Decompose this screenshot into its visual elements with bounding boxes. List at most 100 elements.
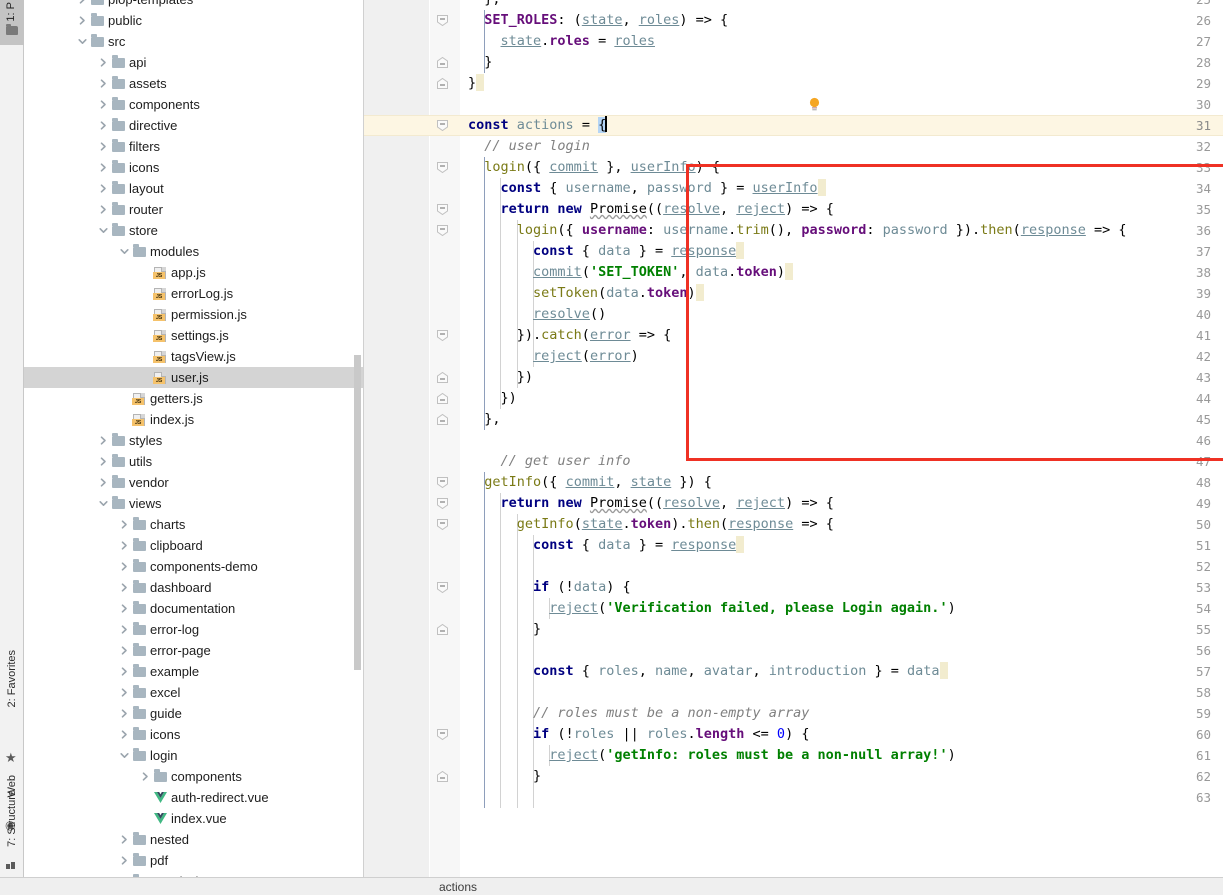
- tree-folder-row[interactable]: guide: [24, 703, 363, 724]
- code-line[interactable]: const { data } = response: [468, 241, 745, 262]
- tree-folder-row[interactable]: layout: [24, 178, 363, 199]
- chevron-right-icon[interactable]: [118, 850, 131, 871]
- fold-region-expanded-icon[interactable]: [436, 119, 449, 132]
- chevron-right-icon[interactable]: [118, 619, 131, 640]
- fold-region-expanded-icon[interactable]: [436, 14, 449, 27]
- code-line[interactable]: if (!roles || roles.length <= 0) {: [468, 724, 809, 745]
- fold-region-end-icon[interactable]: [436, 77, 449, 90]
- code-line[interactable]: }): [468, 388, 517, 409]
- code-line[interactable]: setToken(data.token): [468, 283, 704, 304]
- tree-folder-row[interactable]: pdf: [24, 850, 363, 871]
- fold-region-end-icon[interactable]: [436, 56, 449, 69]
- chevron-right-icon[interactable]: [97, 157, 110, 178]
- fold-region-expanded-icon[interactable]: [436, 476, 449, 489]
- code-line[interactable]: state.roles = roles: [468, 31, 655, 52]
- code-line[interactable]: getInfo(state.token).then(response => {: [468, 514, 834, 535]
- chevron-right-icon[interactable]: [118, 661, 131, 682]
- chevron-down-icon[interactable]: [118, 241, 131, 262]
- chevron-right-icon[interactable]: [118, 556, 131, 577]
- fold-region-expanded-icon[interactable]: [436, 728, 449, 741]
- tree-file-row[interactable]: auth-redirect.vue: [24, 787, 363, 808]
- fold-region-expanded-icon[interactable]: [436, 329, 449, 342]
- code-line[interactable]: return new Promise((resolve, reject) => …: [468, 199, 834, 220]
- fold-region-expanded-icon[interactable]: [436, 518, 449, 531]
- chevron-down-icon[interactable]: [76, 31, 89, 52]
- chevron-right-icon[interactable]: [97, 430, 110, 451]
- chevron-right-icon[interactable]: [97, 136, 110, 157]
- tree-folder-row[interactable]: vendor: [24, 472, 363, 493]
- chevron-down-icon[interactable]: [97, 493, 110, 514]
- code-line[interactable]: }: [468, 766, 541, 787]
- code-line[interactable]: if (!data) {: [468, 577, 631, 598]
- tree-file-row[interactable]: JS errorLog.js: [24, 283, 363, 304]
- code-line[interactable]: // user login: [468, 136, 590, 157]
- chevron-right-icon[interactable]: [118, 577, 131, 598]
- chevron-right-icon[interactable]: [97, 94, 110, 115]
- chevron-down-icon[interactable]: [97, 220, 110, 241]
- chevron-right-icon[interactable]: [97, 199, 110, 220]
- tree-folder-row[interactable]: charts: [24, 514, 363, 535]
- tree-folder-row[interactable]: error-log: [24, 619, 363, 640]
- code-line[interactable]: const { roles, name, avatar, introductio…: [468, 661, 948, 682]
- tree-folder-row[interactable]: styles: [24, 430, 363, 451]
- tree-folder-row[interactable]: utils: [24, 451, 363, 472]
- code-editor[interactable]: 25 }, 26 SET_ROLES: (state, roles) => {27…: [364, 0, 1223, 877]
- code-line[interactable]: },: [468, 0, 500, 10]
- chevron-right-icon[interactable]: [118, 682, 131, 703]
- tree-folder-row[interactable]: filters: [24, 136, 363, 157]
- tree-file-row[interactable]: JS settings.js: [24, 325, 363, 346]
- code-line[interactable]: }): [468, 367, 533, 388]
- code-line[interactable]: }: [468, 73, 485, 94]
- code-line[interactable]: login({ commit }, userInfo) {: [468, 157, 720, 178]
- chevron-down-icon[interactable]: [118, 745, 131, 766]
- tree-folder-row[interactable]: router: [24, 199, 363, 220]
- fold-region-end-icon[interactable]: [436, 371, 449, 384]
- tree-folder-row[interactable]: clipboard: [24, 535, 363, 556]
- chevron-right-icon[interactable]: [118, 703, 131, 724]
- code-line[interactable]: },: [468, 409, 500, 430]
- code-line[interactable]: commit('SET_TOKEN', data.token): [468, 262, 794, 283]
- fold-region-end-icon[interactable]: [436, 770, 449, 783]
- chevron-right-icon[interactable]: [97, 178, 110, 199]
- breadcrumb[interactable]: actions: [389, 880, 477, 894]
- code-line[interactable]: }).catch(error => {: [468, 325, 671, 346]
- chevron-right-icon[interactable]: [97, 451, 110, 472]
- chevron-right-icon[interactable]: [118, 535, 131, 556]
- chevron-right-icon[interactable]: [97, 472, 110, 493]
- tree-folder-row[interactable]: src: [24, 31, 363, 52]
- tree-file-row[interactable]: JS permission.js: [24, 304, 363, 325]
- code-line[interactable]: login({ username: username.trim(), passw…: [468, 220, 1127, 241]
- code-line[interactable]: resolve(): [468, 304, 606, 325]
- chevron-right-icon[interactable]: [118, 598, 131, 619]
- chevron-right-icon[interactable]: [97, 115, 110, 136]
- code-line[interactable]: // get user info: [468, 451, 631, 472]
- code-line[interactable]: // roles must be a non-empty array: [468, 703, 809, 724]
- tree-folder-row[interactable]: permission: [24, 871, 363, 877]
- fold-region-expanded-icon[interactable]: [436, 581, 449, 594]
- tool-window-favorites-button[interactable]: 2: Favorites: [0, 650, 24, 707]
- tree-folder-row[interactable]: error-page: [24, 640, 363, 661]
- tree-folder-row[interactable]: assets: [24, 73, 363, 94]
- fold-region-expanded-icon[interactable]: [436, 161, 449, 174]
- code-line[interactable]: getInfo({ commit, state }) {: [468, 472, 712, 493]
- code-line[interactable]: reject(error): [468, 346, 639, 367]
- tree-folder-row[interactable]: icons: [24, 724, 363, 745]
- tree-file-row[interactable]: JS tagsView.js: [24, 346, 363, 367]
- intention-bulb-icon[interactable]: [808, 97, 821, 112]
- tool-window-structure-button[interactable]: 7: Structure: [0, 790, 24, 847]
- code-line[interactable]: const actions = {: [468, 115, 607, 136]
- fold-region-end-icon[interactable]: [436, 413, 449, 426]
- code-line[interactable]: const { data } = response: [468, 535, 745, 556]
- tree-folder-row[interactable]: login: [24, 745, 363, 766]
- chevron-right-icon[interactable]: [76, 0, 89, 10]
- tree-folder-row[interactable]: nested: [24, 829, 363, 850]
- code-line[interactable]: }: [468, 52, 492, 73]
- code-line[interactable]: reject('Verification failed, please Logi…: [468, 598, 955, 619]
- tree-folder-row[interactable]: api: [24, 52, 363, 73]
- fold-region-expanded-icon[interactable]: [436, 497, 449, 510]
- chevron-right-icon[interactable]: [118, 829, 131, 850]
- project-tool-window[interactable]: plop-templates public srcapi assets componen…: [24, 0, 364, 877]
- chevron-right-icon[interactable]: [118, 724, 131, 745]
- tree-file-row[interactable]: JS user.js: [24, 367, 363, 388]
- code-line[interactable]: reject('getInfo: roles must be a non-nul…: [468, 745, 955, 766]
